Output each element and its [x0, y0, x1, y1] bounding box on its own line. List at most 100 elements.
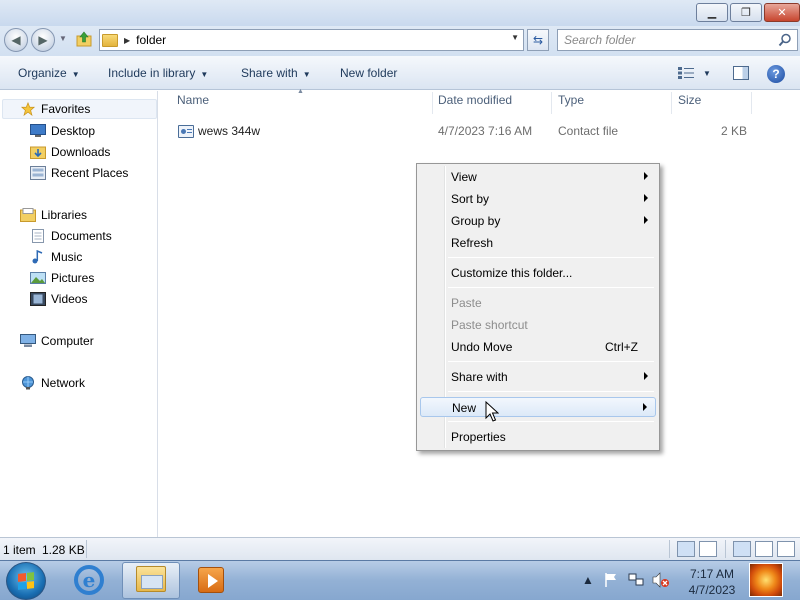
show-hidden-icons-button[interactable]: ▲: [582, 573, 594, 587]
menu-item-customize-folder[interactable]: Customize this folder...: [420, 263, 656, 283]
status-divider: [86, 540, 87, 558]
nav-label: Network: [41, 376, 86, 390]
status-divider: [725, 540, 726, 558]
back-button[interactable]: ◀: [4, 28, 28, 52]
refresh-button[interactable]: ⇆: [527, 29, 549, 51]
menu-item-label: Paste: [451, 296, 482, 310]
search-box[interactable]: [557, 29, 798, 51]
include-in-library-button[interactable]: Include in library ▼: [108, 66, 208, 80]
nav-label: Computer: [41, 334, 94, 348]
help-icon[interactable]: ?: [767, 65, 785, 83]
sort-ascending-icon: ▲: [297, 88, 304, 95]
show-desktop-flower-icon[interactable]: [749, 563, 783, 597]
share-with-label: Share with: [241, 66, 298, 80]
maximize-button[interactable]: ❐: [730, 3, 762, 22]
minimize-button[interactable]: ▁: [696, 3, 728, 22]
file-date-modified: 4/7/2023 7:16 AM: [438, 124, 533, 138]
forward-button[interactable]: ▶: [31, 28, 55, 52]
nav-item-favorites[interactable]: Favorites: [2, 99, 157, 119]
nav-item-network[interactable]: Network: [20, 373, 85, 393]
menu-item-properties[interactable]: Properties: [420, 427, 656, 447]
column-divider[interactable]: [751, 92, 752, 114]
submenu-arrow-icon: [644, 372, 648, 380]
share-with-button[interactable]: Share with ▼: [241, 66, 311, 80]
system-clock[interactable]: 7:17 AM 4/7/2023: [684, 566, 740, 598]
menu-item-undo-move[interactable]: Undo Move Ctrl+Z: [420, 337, 656, 357]
nav-label: Documents: [51, 229, 112, 243]
nav-label: Pictures: [51, 271, 95, 285]
file-name[interactable]: wews 344w: [198, 124, 260, 138]
menu-item-paste-shortcut: Paste shortcut: [420, 315, 656, 335]
window-controls: ▁ ❐ ✕: [696, 3, 800, 22]
up-folder-icon[interactable]: [76, 31, 92, 47]
menu-item-view[interactable]: View: [420, 167, 656, 187]
menu-item-share-with[interactable]: Share with: [420, 367, 656, 387]
menu-item-label: Undo Move: [451, 340, 513, 354]
nav-item-music[interactable]: Music: [30, 247, 82, 267]
change-view-icon[interactable]: [678, 67, 694, 79]
recent-pages-dropdown[interactable]: ▼: [59, 34, 67, 43]
column-header-date-modified[interactable]: Date modified: [438, 93, 512, 113]
new-folder-button[interactable]: New folder: [340, 66, 397, 80]
breadcrumb-chevron-icon[interactable]: ▶: [124, 36, 130, 45]
network-tray-icon[interactable]: [628, 572, 644, 588]
taskbar: [0, 560, 800, 600]
nav-item-libraries[interactable]: Libraries: [20, 205, 87, 225]
nav-item-computer[interactable]: Computer: [20, 331, 94, 351]
nav-item-documents[interactable]: Documents: [30, 226, 112, 246]
column-header-name[interactable]: Name: [177, 93, 209, 113]
menu-separator: [448, 421, 654, 422]
nav-label: Recent Places: [51, 166, 129, 180]
command-bar: Organize ▼ Include in library ▼ Share with…: [0, 56, 800, 90]
search-input[interactable]: [564, 31, 774, 49]
organize-button[interactable]: Organize ▼: [18, 66, 80, 80]
preview-layout-icon[interactable]: [755, 541, 773, 557]
status-divider: [669, 540, 670, 558]
submenu-arrow-icon: [644, 172, 648, 180]
preview-pane-icon[interactable]: [733, 66, 749, 80]
view-options-dropdown-icon[interactable]: ▼: [703, 69, 711, 78]
nav-item-pictures[interactable]: Pictures: [30, 268, 94, 288]
details-view-icon[interactable]: [677, 541, 695, 557]
address-bar[interactable]: ▶ folder ▼: [99, 29, 524, 51]
column-header-type[interactable]: Type: [558, 93, 584, 113]
address-dropdown-icon[interactable]: ▼: [511, 33, 519, 42]
submenu-arrow-icon: [643, 403, 647, 411]
network-icon: [22, 376, 34, 390]
media-player-icon: [198, 567, 224, 593]
column-header-size[interactable]: Size: [678, 93, 701, 113]
menu-item-sort-by[interactable]: Sort by: [420, 189, 656, 209]
menu-item-label: Customize this folder...: [451, 266, 573, 280]
nav-item-downloads[interactable]: Downloads: [30, 142, 110, 162]
chevron-down-icon: ▼: [200, 70, 209, 79]
start-button[interactable]: [6, 562, 46, 600]
search-icon[interactable]: [778, 33, 792, 47]
column-divider[interactable]: [432, 92, 433, 114]
status-bar: 1 item 1.28 KB: [0, 537, 800, 560]
menu-item-group-by[interactable]: Group by: [420, 211, 656, 231]
close-button[interactable]: ✕: [764, 3, 800, 22]
breadcrumb-folder[interactable]: folder: [136, 33, 166, 47]
column-divider[interactable]: [551, 92, 552, 114]
title-bar: ▁ ❐ ✕: [0, 0, 800, 26]
nav-item-desktop[interactable]: Desktop: [30, 121, 95, 141]
menu-item-label: Share with: [451, 370, 508, 384]
volume-muted-icon[interactable]: [652, 572, 670, 588]
back-arrow-icon: ◀: [11, 33, 21, 47]
menu-separator: [448, 391, 654, 392]
menu-item-label: Refresh: [451, 236, 494, 250]
windows-logo-icon: [18, 572, 34, 590]
submenu-arrow-icon: [644, 216, 648, 224]
action-center-flag-icon[interactable]: [604, 572, 618, 588]
large-icons-view-icon[interactable]: [699, 541, 717, 557]
navigation-pane: Favorites Desktop Downloads Recent Place…: [0, 91, 158, 537]
nav-item-videos[interactable]: Videos: [30, 289, 87, 309]
details-pane-layout-icon[interactable]: [777, 541, 795, 557]
menu-item-refresh[interactable]: Refresh: [420, 233, 656, 253]
submenu-arrow-icon: [644, 194, 648, 202]
column-divider[interactable]: [671, 92, 672, 114]
layout-pane-icon[interactable]: [733, 541, 751, 557]
nav-item-recent-places[interactable]: Recent Places: [30, 163, 128, 183]
nav-label: Desktop: [51, 124, 96, 138]
menu-item-new[interactable]: New: [420, 397, 656, 417]
